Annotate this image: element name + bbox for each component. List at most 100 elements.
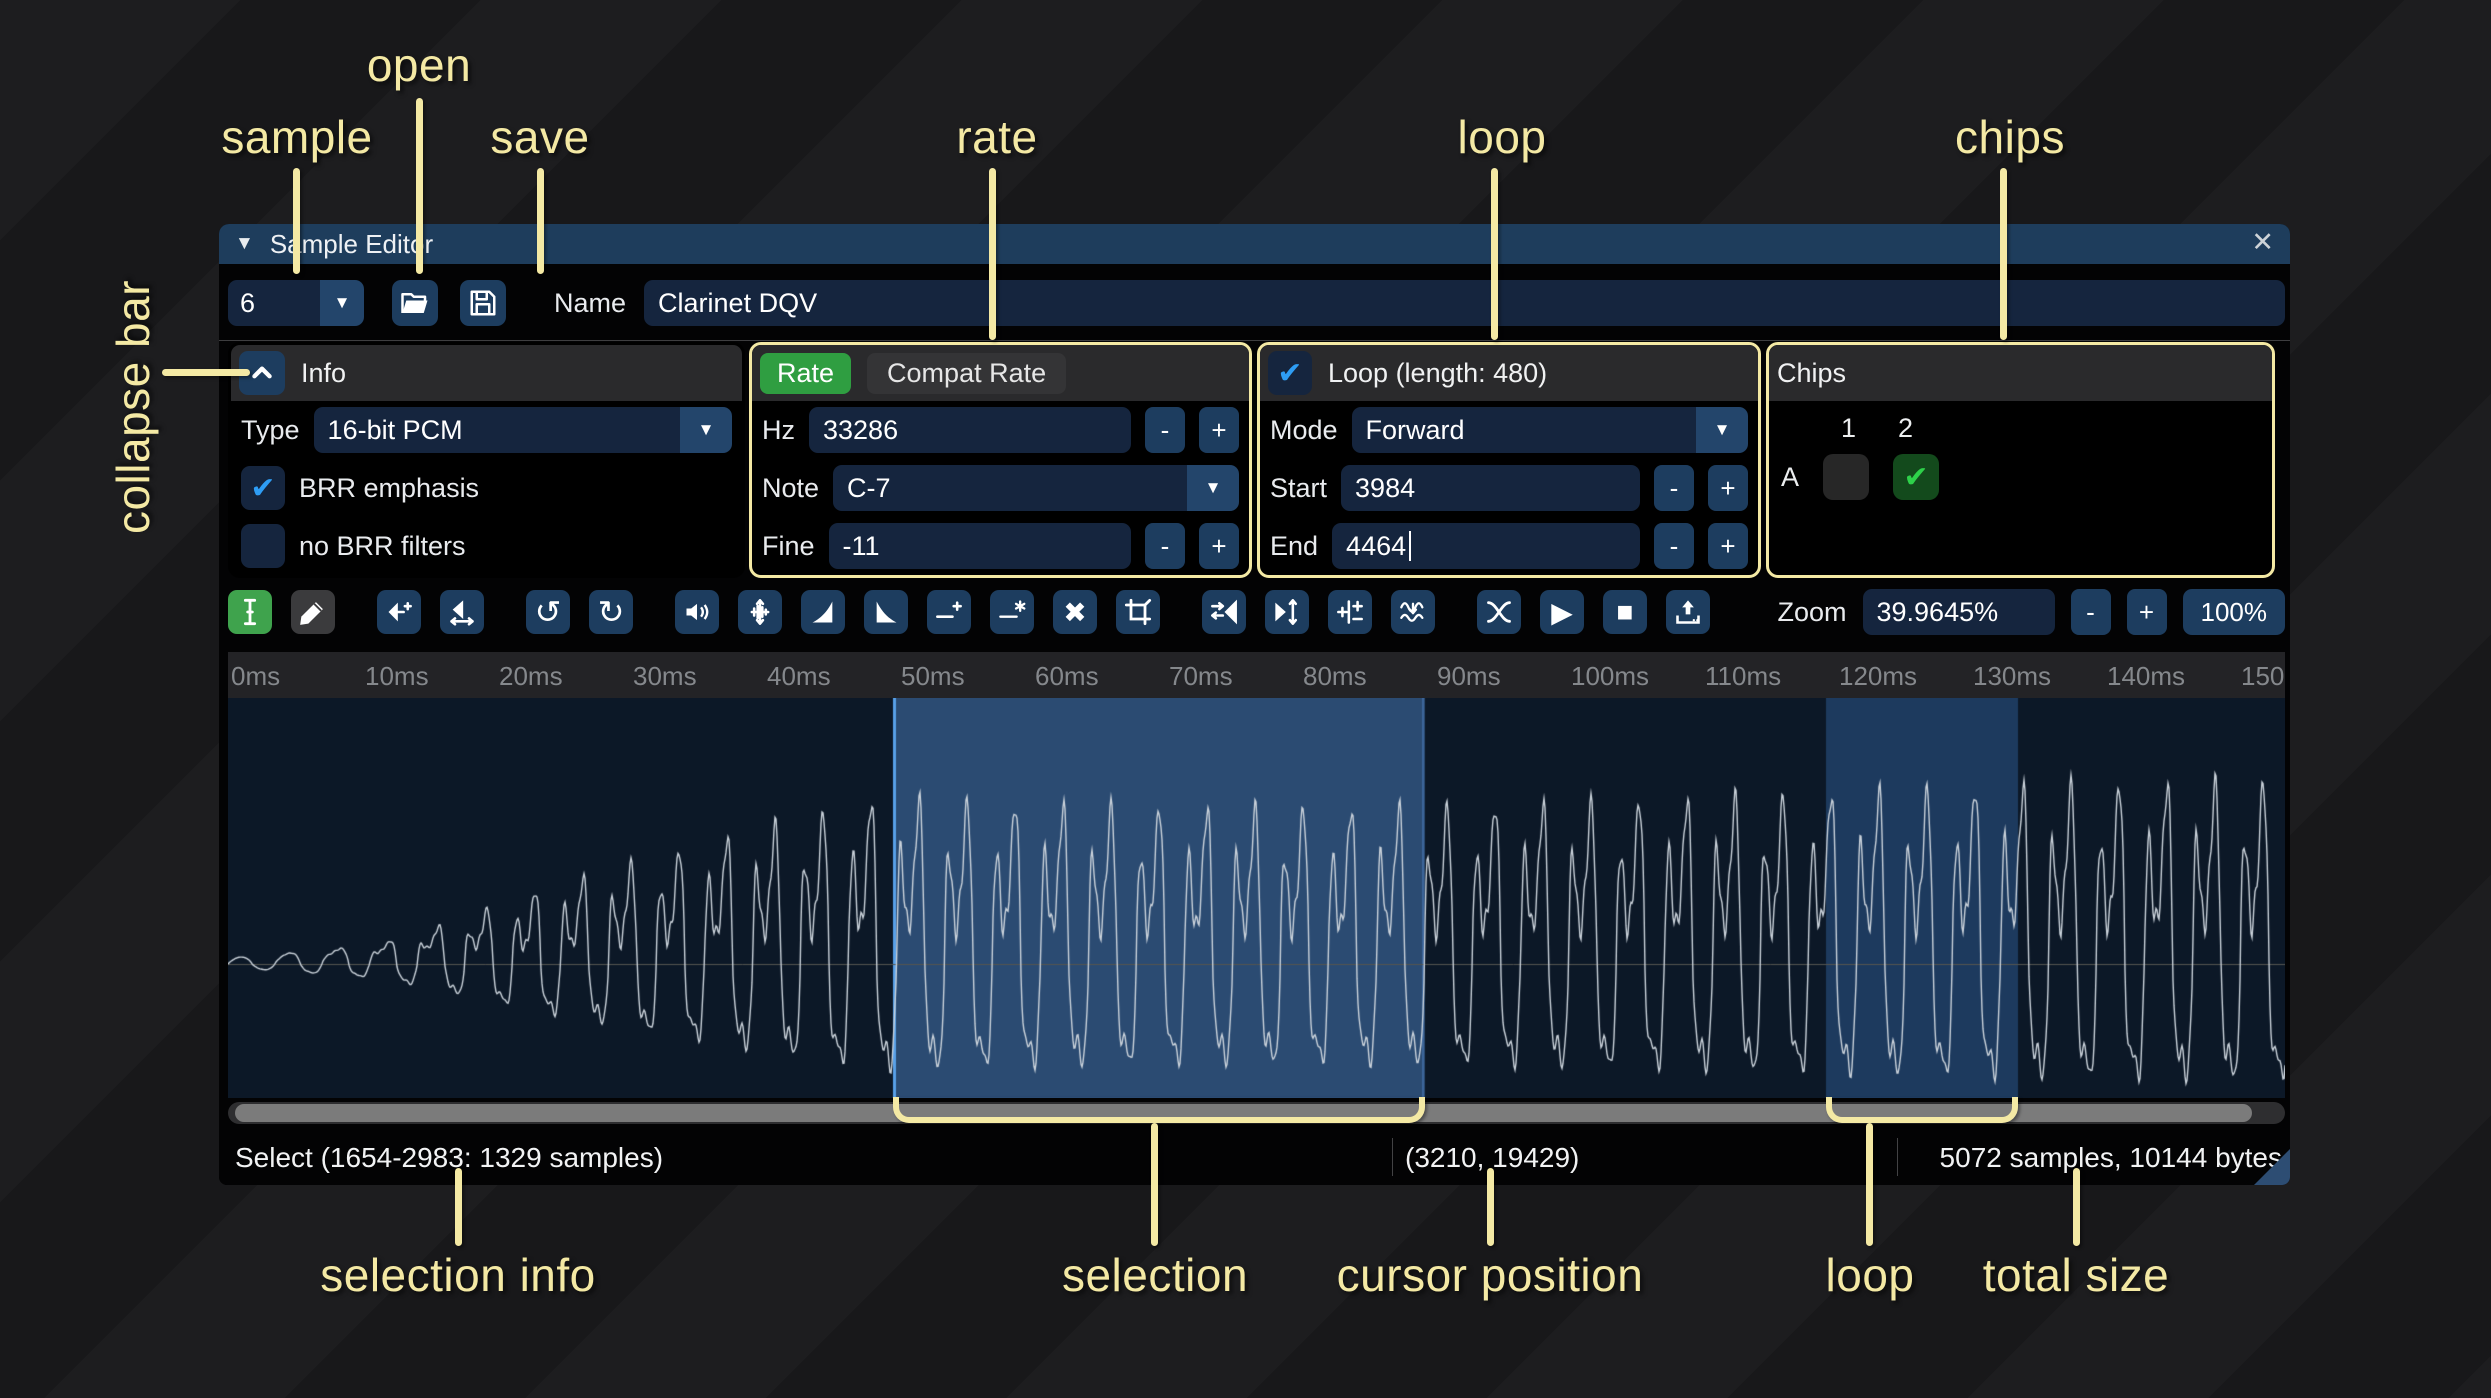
draw-tool-button[interactable] [291,590,335,634]
loop-end-minus-button[interactable]: - [1654,523,1694,569]
annotation-line-loop-top [1491,168,1498,340]
hz-minus-button[interactable]: - [1145,407,1185,453]
annotation-line-save [537,168,544,274]
annotation-line-selection-info [455,1168,462,1246]
fine-minus-button[interactable]: - [1145,523,1185,569]
hz-plus-button[interactable]: + [1199,407,1239,453]
crossfade-button[interactable] [1477,590,1521,634]
loop-start-field[interactable]: 3984 [1341,465,1640,511]
save-button[interactable] [460,280,506,326]
name-field[interactable]: Clarinet DQV [644,280,2285,326]
stop-button[interactable]: ■ [1603,590,1647,634]
info-panel: Info Type 16-bit PCM ▼ ✔ BRR emphasis no… [228,342,745,578]
wave-stretch-icon [448,598,476,626]
fine-field[interactable]: -11 [828,523,1131,569]
reverse-button[interactable] [1202,590,1246,634]
insert-space-button[interactable] [377,590,421,634]
stop-icon: ■ [1616,596,1634,627]
info-panel-title: Info [301,357,347,388]
annotation-line-sample [293,168,300,274]
window-titlebar[interactable]: ▼ Sample Editor ✕ [219,224,2290,264]
hz-field[interactable]: 33286 [809,407,1131,453]
tab-rate[interactable]: Rate [760,352,852,394]
apply-silence-button[interactable] [990,590,1034,634]
zoom-out-button[interactable]: - [2070,589,2111,635]
sample-type-value: 16-bit PCM [313,407,680,453]
annotation-total-size: total size [1982,1249,2170,1301]
fine-label: Fine [762,530,815,561]
redo-button[interactable]: ↻ [589,590,633,634]
loop-start-plus-button[interactable]: + [1708,465,1748,511]
chevron-down-icon[interactable]: ▼ [320,280,364,326]
loop-end-field[interactable]: 4464 [1332,523,1640,569]
normalize-button[interactable] [738,590,782,634]
resize-grip[interactable] [2254,1149,2290,1185]
selection-info-text: Select (1654-2983: 1329 samples) [235,1142,664,1173]
undo-button[interactable]: ↺ [526,590,570,634]
play-button[interactable]: ▶ [1540,590,1584,634]
brr-emphasis-label: BRR emphasis [299,472,480,503]
sample-type-dropdown[interactable]: 16-bit PCM ▼ [313,407,732,453]
fade-out-button[interactable] [864,590,908,634]
wave-plus-icon [385,598,413,626]
open-button[interactable] [392,280,438,326]
fade-in-button[interactable] [801,590,845,634]
invert-button[interactable] [1265,590,1309,634]
loop-start-label: Start [1270,472,1328,503]
window-collapse-icon[interactable]: ▼ [235,233,254,255]
sample-selector[interactable]: 6 ▼ [228,280,364,326]
close-icon[interactable]: ✕ [2251,227,2274,258]
export-button[interactable] [1666,590,1710,634]
chip-column-1: 1 [1841,413,1857,443]
tab-compat-rate[interactable]: Compat Rate [867,352,1067,394]
insert-silence-button[interactable] [927,590,971,634]
line-plus-icon [935,598,963,626]
loop-end-label: End [1270,530,1319,561]
chip-a2-checkbox[interactable]: ✔ [1893,454,1940,500]
loop-start-minus-button[interactable]: - [1654,465,1694,511]
select-tool-button[interactable] [228,590,272,634]
play-icon: ▶ [1551,596,1573,628]
brr-emphasis-checkbox[interactable]: ✔ [241,466,285,510]
loop-end-plus-button[interactable]: + [1708,523,1748,569]
chip-a1-checkbox[interactable] [1823,454,1870,500]
divider [1897,1138,1898,1176]
name-label: Name [554,287,627,318]
fine-plus-button[interactable]: + [1199,523,1239,569]
note-dropdown[interactable]: C-7 ▼ [833,465,1239,511]
annotation-collapse-bar: collapse bar [107,279,159,535]
annotation-line-rate [989,168,996,340]
text-caret [1409,531,1412,561]
chip-row-label: A [1781,461,1800,492]
annotation-line-collapse-bar [162,369,250,376]
crossfade-icon [1485,598,1513,626]
waveform-display[interactable] [228,698,2285,1098]
zoom-reset-button[interactable]: 100% [2182,589,2285,635]
signedness-button[interactable] [1328,590,1372,634]
annotation-selection: selection [1061,1249,1249,1301]
annotation-tail-loop [1866,1123,1873,1246]
ruler-tick: 70ms [1169,661,1233,691]
line-asterisk-icon [998,598,1026,626]
loop-mode-value: Forward [1351,407,1696,453]
delete-button[interactable]: ✖ [1053,590,1097,634]
ruler-tick: 60ms [1035,661,1099,691]
resize-button[interactable] [440,590,484,634]
ruler-tick: 0ms [231,661,281,691]
fade-in-icon [809,598,837,626]
zoom-value-field[interactable]: 39.9645% [1862,589,2055,635]
divider [1392,1138,1393,1176]
redo-icon: ↻ [597,594,625,630]
loop-mode-dropdown[interactable]: Forward ▼ [1351,407,1748,453]
loop-panel: ✔ Loop (length: 480) Mode Forward ▼ Star… [1257,342,1761,578]
sample-editor-window: ▼ Sample Editor ✕ 6 ▼ Name Clarinet DQV … [219,224,2290,1185]
mode-label: Mode [1270,414,1338,445]
annotation-tail-selection [1151,1123,1158,1246]
trim-button[interactable] [1116,590,1160,634]
filter-button[interactable] [1391,590,1435,634]
no-brr-filters-checkbox[interactable] [241,524,285,568]
volume-button[interactable] [675,590,719,634]
ruler-tick: 50ms [901,661,965,691]
loop-enable-checkbox[interactable]: ✔ [1268,351,1312,395]
zoom-in-button[interactable]: + [2126,589,2167,635]
